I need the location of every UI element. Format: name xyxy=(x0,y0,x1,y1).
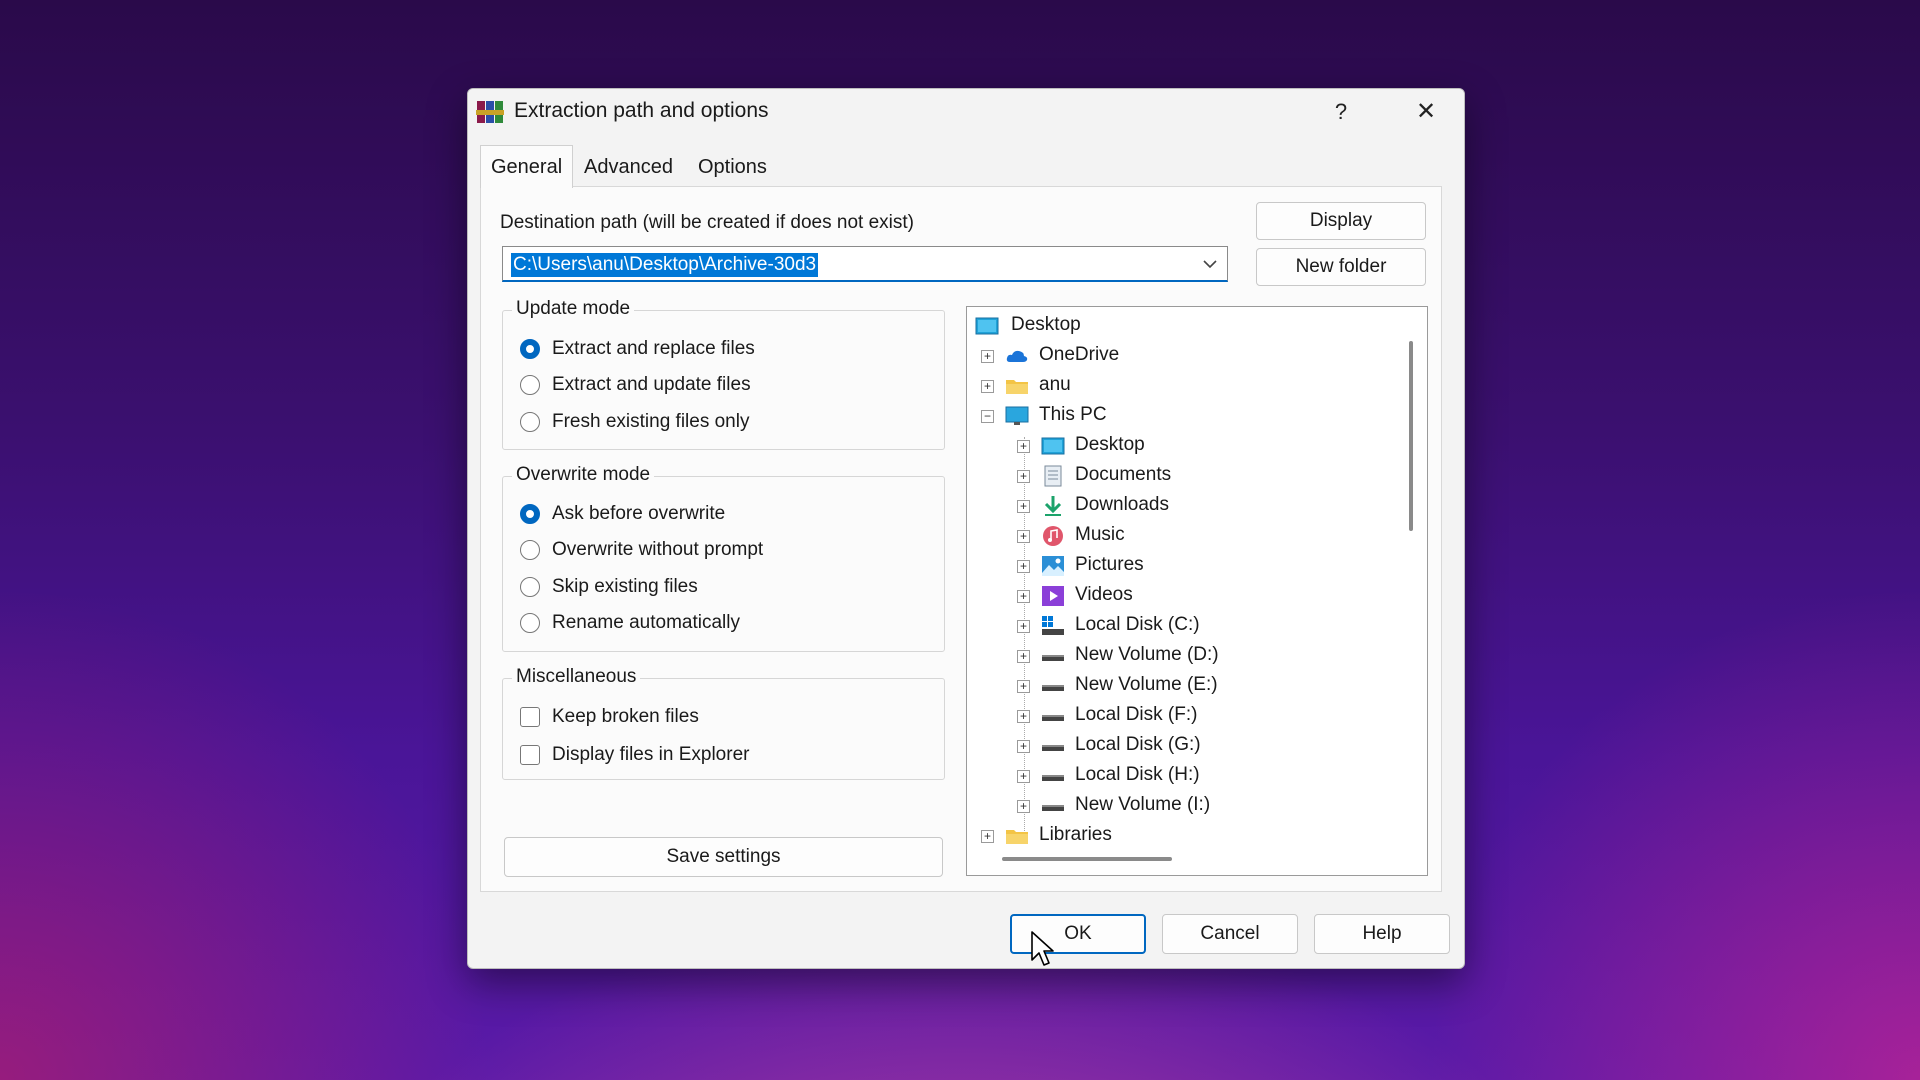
computer-icon xyxy=(1005,406,1029,425)
horizontal-scrollbar[interactable] xyxy=(1002,857,1172,861)
download-icon xyxy=(1044,496,1062,516)
expand-icon[interactable]: + xyxy=(1017,680,1030,693)
expand-icon[interactable]: + xyxy=(981,350,994,363)
expand-icon[interactable]: + xyxy=(1017,440,1030,453)
update-mode-title: Update mode xyxy=(512,298,635,320)
folder-tree[interactable]: Desktop + OneDrive + anu − This PC + Des… xyxy=(966,306,1428,876)
desktop-icon xyxy=(975,317,999,335)
expand-icon[interactable]: + xyxy=(1017,560,1030,573)
radio-button[interactable] xyxy=(520,613,540,633)
destination-path-label: Destination path (will be created if doe… xyxy=(500,212,914,233)
cancel-button[interactable]: Cancel xyxy=(1162,914,1298,954)
cloud-icon xyxy=(1006,350,1028,362)
destination-path-combobox[interactable]: C:\Users\anu\Desktop\Archive-30d3 xyxy=(502,246,1228,282)
radio-label[interactable]: Extract and replace files xyxy=(552,337,755,361)
tab-general[interactable]: General xyxy=(480,145,574,188)
tree-item-label[interactable]: Local Disk (G:) xyxy=(1075,734,1201,756)
tree-item-label[interactable]: This PC xyxy=(1039,404,1107,426)
checkbox-label[interactable]: Display files in Explorer xyxy=(552,743,749,767)
dialog-title: Extraction path and options xyxy=(514,99,769,122)
radio-label[interactable]: Skip existing files xyxy=(552,575,698,599)
expand-icon[interactable]: + xyxy=(1017,740,1030,753)
radio-label[interactable]: Rename automatically xyxy=(552,611,740,635)
checkbox-label[interactable]: Keep broken files xyxy=(552,705,699,729)
radio-button[interactable] xyxy=(520,412,540,432)
chevron-down-icon[interactable] xyxy=(1201,255,1219,273)
expand-icon[interactable]: + xyxy=(981,830,994,843)
checkbox[interactable] xyxy=(520,707,540,727)
radio-label[interactable]: Overwrite without prompt xyxy=(552,538,763,562)
drive-icon xyxy=(1042,745,1064,751)
expand-icon[interactable]: + xyxy=(1017,620,1030,633)
tree-item-label[interactable]: New Volume (I:) xyxy=(1075,794,1210,816)
tree-item-label[interactable]: Music xyxy=(1075,524,1125,546)
expand-icon[interactable]: + xyxy=(1017,710,1030,723)
tree-item-label[interactable]: Local Disk (C:) xyxy=(1075,614,1200,636)
close-button[interactable]: ✕ xyxy=(1403,95,1449,129)
expand-icon[interactable]: + xyxy=(1017,530,1030,543)
radio-button[interactable] xyxy=(520,540,540,560)
drive-icon xyxy=(1042,655,1064,661)
radio-label[interactable]: Fresh existing files only xyxy=(552,410,749,434)
tree-item-label[interactable]: New Volume (D:) xyxy=(1075,644,1219,666)
tree-item-label[interactable]: Videos xyxy=(1075,584,1133,606)
title-bar: Extraction path and options ? ✕ xyxy=(468,89,1464,135)
tab-options[interactable]: Options xyxy=(688,149,777,185)
winrar-app-icon xyxy=(476,101,504,123)
expand-icon[interactable]: + xyxy=(1017,800,1030,813)
tree-item-label[interactable]: Downloads xyxy=(1075,494,1169,516)
tree-item-label[interactable]: anu xyxy=(1039,374,1071,396)
drive-icon xyxy=(1042,685,1064,691)
overwrite-mode-title: Overwrite mode xyxy=(512,464,655,486)
radio-button[interactable] xyxy=(520,375,540,395)
radio-button[interactable] xyxy=(520,339,540,359)
documents-icon xyxy=(1044,465,1062,487)
new-folder-button[interactable]: New folder xyxy=(1256,248,1426,286)
collapse-icon[interactable]: − xyxy=(981,410,994,423)
tree-item-label[interactable]: Libraries xyxy=(1039,824,1112,846)
miscellaneous-title: Miscellaneous xyxy=(512,666,641,688)
radio-button[interactable] xyxy=(520,504,540,524)
display-button[interactable]: Display xyxy=(1256,202,1426,240)
tree-item-label[interactable]: Documents xyxy=(1075,464,1171,486)
tree-item-label[interactable]: Desktop xyxy=(1011,314,1081,336)
tree-item-label[interactable]: New Volume (E:) xyxy=(1075,674,1218,696)
expand-icon[interactable]: + xyxy=(1017,470,1030,483)
drive-icon xyxy=(1042,715,1064,721)
radio-label[interactable]: Extract and update files xyxy=(552,373,751,397)
expand-icon[interactable]: + xyxy=(1017,770,1030,783)
radio-label[interactable]: Ask before overwrite xyxy=(552,502,725,526)
expand-icon[interactable]: + xyxy=(1017,650,1030,663)
expand-icon[interactable]: + xyxy=(1017,500,1030,513)
folder-icon xyxy=(1006,830,1028,844)
system-drive-icon xyxy=(1042,616,1064,635)
save-settings-button[interactable]: Save settings xyxy=(504,837,943,877)
radio-button[interactable] xyxy=(520,577,540,597)
folder-icon xyxy=(1006,380,1028,394)
drive-icon xyxy=(1042,805,1064,811)
tree-item-label[interactable]: Local Disk (H:) xyxy=(1075,764,1200,786)
expand-icon[interactable]: + xyxy=(1017,590,1030,603)
tree-item-label[interactable]: Pictures xyxy=(1075,554,1144,576)
music-icon xyxy=(1043,526,1063,546)
vertical-scrollbar[interactable] xyxy=(1409,341,1413,531)
drive-icon xyxy=(1042,775,1064,781)
help-button[interactable]: Help xyxy=(1314,914,1450,954)
help-title-button[interactable]: ? xyxy=(1323,97,1359,127)
tab-advanced[interactable]: Advanced xyxy=(574,149,683,185)
destination-path-value[interactable]: C:\Users\anu\Desktop\Archive-30d3 xyxy=(511,253,819,277)
tree-item-label[interactable]: OneDrive xyxy=(1039,344,1119,366)
checkbox[interactable] xyxy=(520,745,540,765)
pictures-icon xyxy=(1042,556,1064,576)
videos-icon xyxy=(1042,586,1064,606)
tree-item-label[interactable]: Desktop xyxy=(1075,434,1145,456)
tree-item-label[interactable]: Local Disk (F:) xyxy=(1075,704,1197,726)
desktop-icon xyxy=(1041,437,1065,455)
expand-icon[interactable]: + xyxy=(981,380,994,393)
mouse-cursor-icon xyxy=(1031,931,1054,966)
